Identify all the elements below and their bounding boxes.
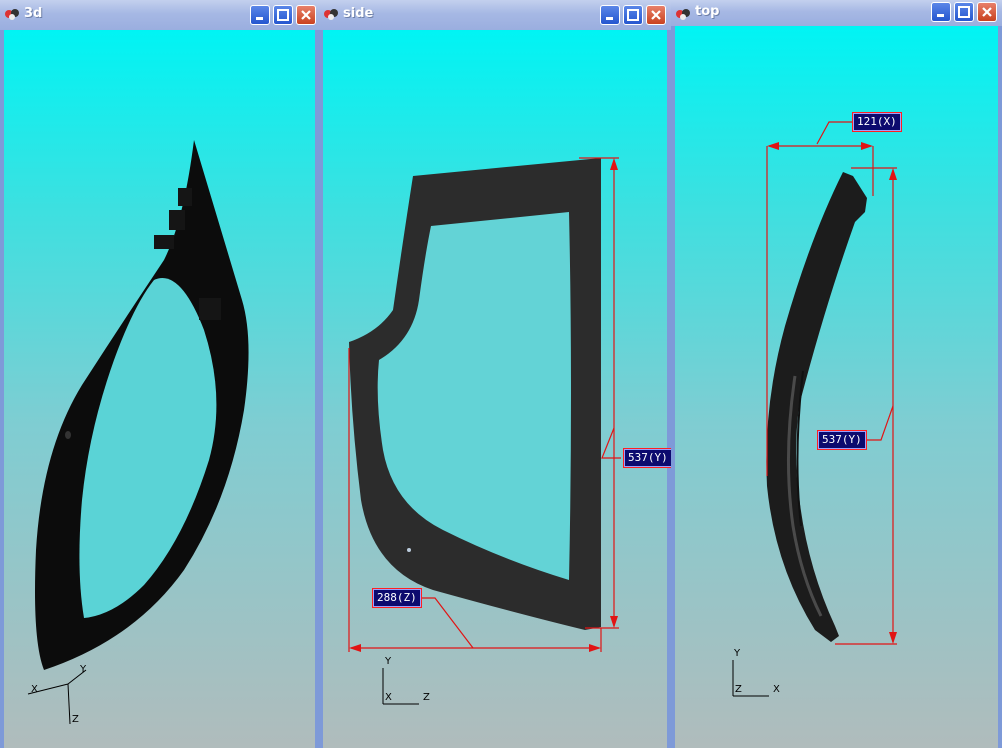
close-icon (301, 10, 311, 20)
minimize-icon (606, 17, 613, 20)
minimize-button[interactable] (931, 2, 951, 22)
viewport-3d[interactable]: X Y Z (4, 30, 315, 748)
window-title: 3d (24, 6, 43, 21)
part-3d-view (35, 140, 249, 670)
axis-triad (27, 669, 87, 725)
maximize-icon (958, 6, 970, 18)
app-icon (676, 9, 690, 20)
axis-x-label: X (385, 692, 392, 703)
maximize-button[interactable] (954, 2, 974, 22)
window-side: side 537(Y) 288(Z) Y X Z (319, 0, 673, 748)
maximize-button[interactable] (623, 5, 643, 25)
axis-z-label: Z (72, 714, 79, 725)
axis-y-label: Y (385, 656, 392, 667)
title-bar[interactable]: 3d (0, 0, 319, 30)
close-icon (651, 10, 661, 20)
width-dimension-label[interactable]: 288(Z) (372, 588, 422, 608)
window-title: top (695, 4, 720, 19)
close-button[interactable] (646, 5, 666, 25)
axis-x-label: X (773, 684, 780, 695)
close-icon (982, 7, 992, 17)
title-bar[interactable]: top (671, 0, 1002, 26)
width-dimension-label[interactable]: 121(X) (852, 112, 902, 132)
window-title: side (343, 6, 374, 21)
axis-z-label: Z (423, 692, 430, 703)
maximize-icon (277, 9, 289, 21)
minimize-icon (256, 17, 263, 20)
maximize-icon (627, 9, 639, 21)
height-dimension-label[interactable]: 537(Y) (817, 430, 867, 450)
window-top: top 121(X) 537(Y) Y Z X (671, 0, 1002, 748)
close-button[interactable] (296, 5, 316, 25)
axis-x-label: X (31, 684, 38, 695)
window-3d: 3d X Y Z (0, 0, 319, 748)
viewport-side[interactable]: 537(Y) 288(Z) Y X Z (323, 30, 673, 748)
axis-z-label: Z (735, 684, 742, 695)
title-bar[interactable]: side (319, 0, 671, 30)
part-top-view (766, 121, 897, 645)
height-dimension-label[interactable]: 537(Y) (623, 448, 673, 468)
minimize-icon (937, 14, 944, 17)
minimize-button[interactable] (250, 5, 270, 25)
app-icon (5, 9, 19, 20)
axis-y-label: Y (80, 664, 87, 675)
maximize-button[interactable] (273, 5, 293, 25)
viewport-top[interactable]: 121(X) 537(Y) Y Z X (675, 26, 998, 748)
minimize-button[interactable] (600, 5, 620, 25)
axis-triad (382, 668, 419, 705)
app-icon (324, 9, 338, 20)
axis-y-label: Y (734, 648, 741, 659)
part-side-view (348, 157, 621, 652)
close-button[interactable] (977, 2, 997, 22)
